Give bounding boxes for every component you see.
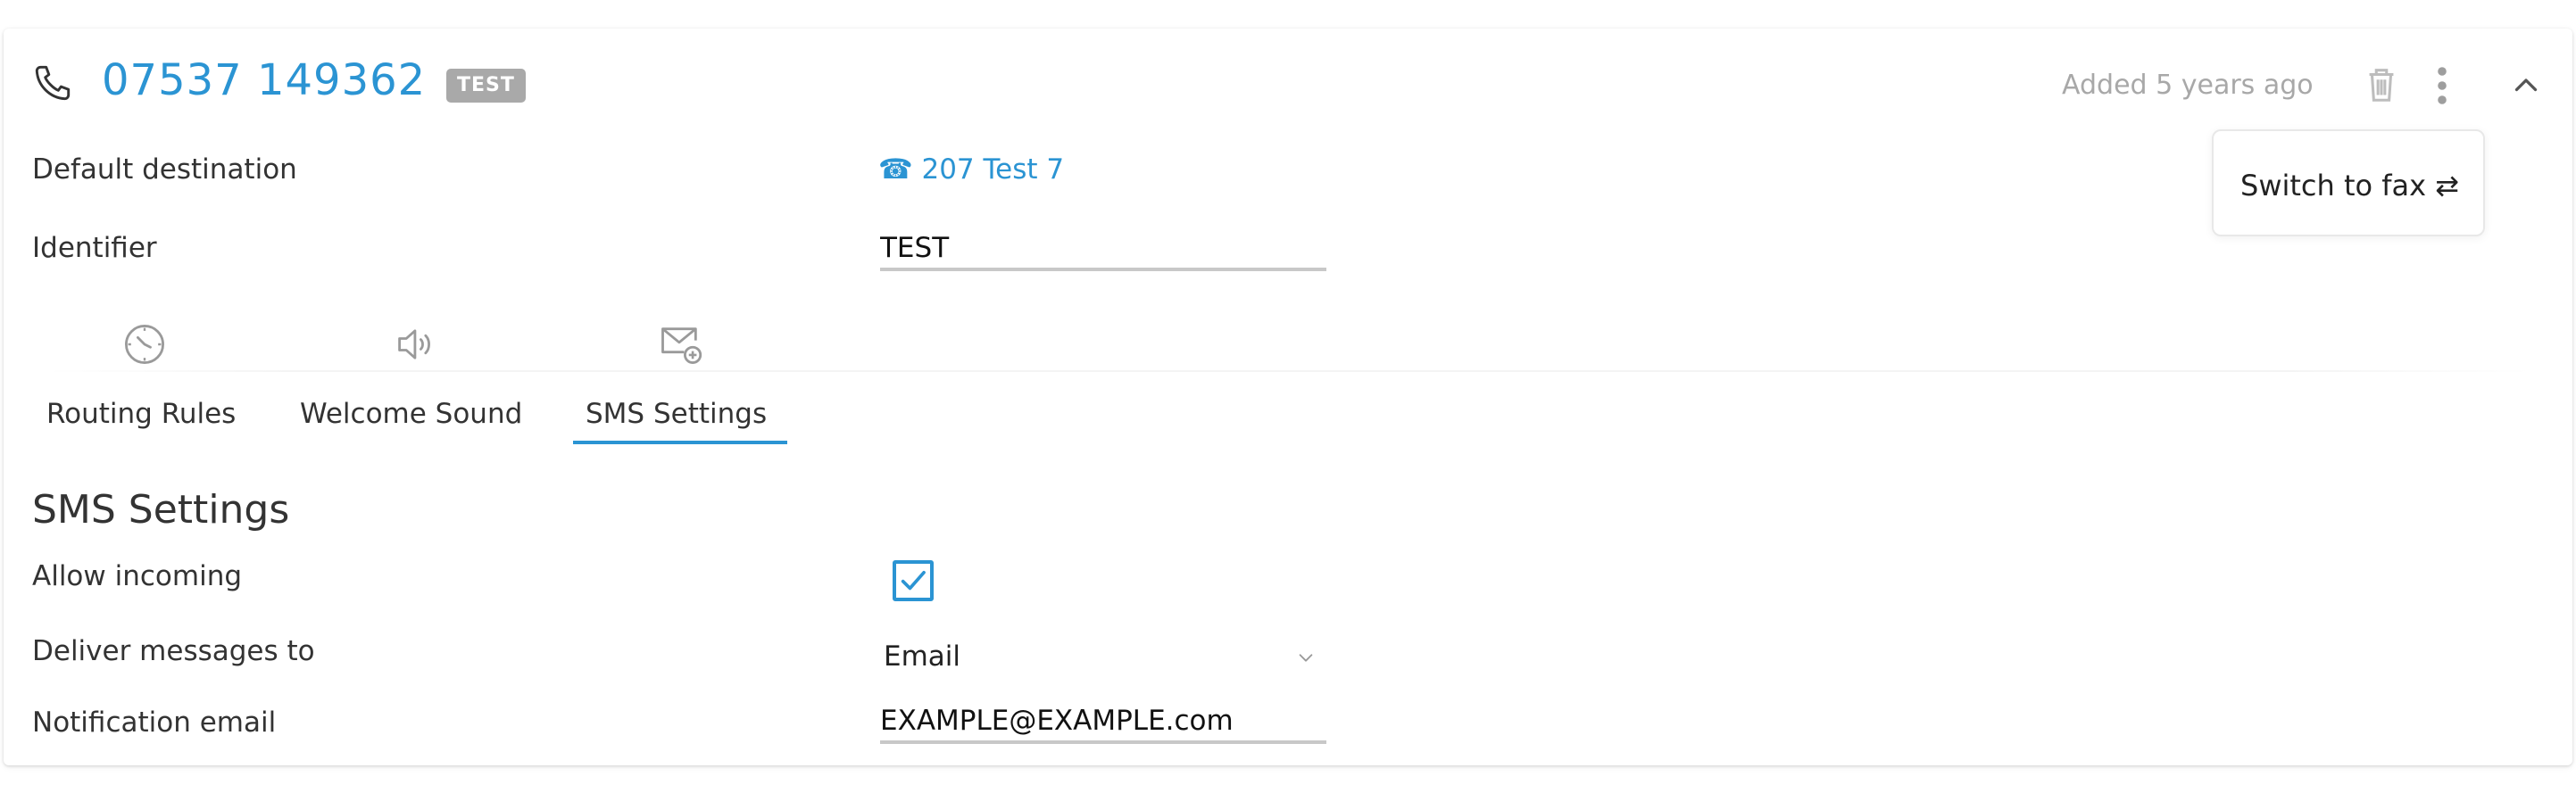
deliver-messages-select[interactable]: Email [880,624,1326,687]
default-destination-label: Default destination [32,153,297,186]
envelope-plus-icon [661,327,702,364]
tab-sms-settings[interactable]: SMS Settings [586,318,796,446]
tab-routing-rules[interactable]: Routing Rules [46,318,243,446]
identifier-label: Identifier [32,232,157,264]
tab-welcome-sound[interactable]: Welcome Sound [300,318,532,446]
allow-incoming-label: Allow incoming [32,560,243,592]
identifier-input[interactable] [880,228,1326,271]
checkmark-icon [901,570,926,591]
trash-icon[interactable] [2364,64,2399,105]
phone-icon [35,65,71,101]
deliver-messages-label: Deliver messages to [32,635,315,667]
sms-settings-heading: SMS Settings [32,487,290,533]
more-options-icon[interactable] [2431,64,2453,107]
tab-sms-settings-label: SMS Settings [586,398,768,430]
phone-number[interactable]: 07537 149362 [102,55,426,105]
tab-welcome-sound-label: Welcome Sound [300,398,523,430]
clock-icon [125,325,164,364]
test-badge: TEST [446,69,526,103]
default-destination-link[interactable]: ☎ 207 Test 7 [878,153,1064,186]
options-popover: Switch to fax ⇄ [2212,129,2485,236]
speaker-icon [398,329,430,359]
notification-email-label: Notification email [32,706,277,739]
deliver-messages-value: Email [884,640,961,673]
active-tab-indicator [573,441,787,444]
chevron-down-icon [1299,654,1313,662]
tab-routing-rules-label: Routing Rules [46,398,237,430]
collapse-chevron-up-icon[interactable] [2510,70,2542,102]
added-timestamp: Added 5 years ago [2062,70,2314,101]
switch-to-fax-item[interactable]: Switch to fax ⇄ [2240,169,2459,202]
notification-email-input[interactable] [880,701,1326,744]
allow-incoming-checkbox[interactable] [893,560,934,601]
